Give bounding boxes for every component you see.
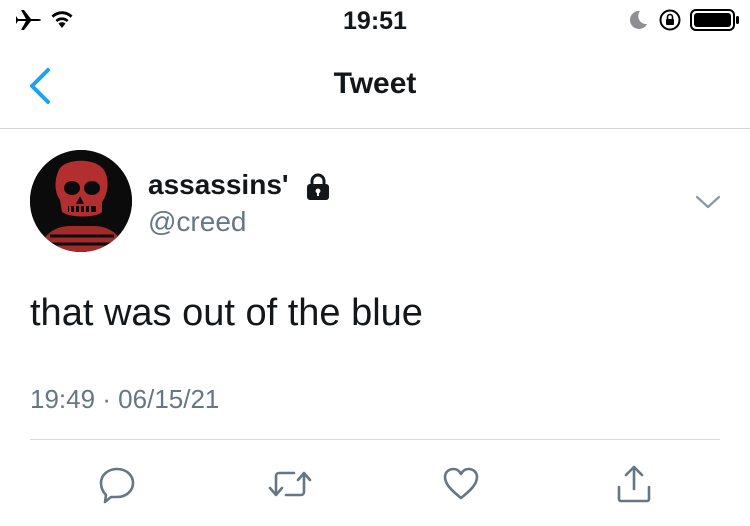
retweet-button[interactable] — [268, 462, 312, 506]
chevron-down-icon — [695, 195, 721, 209]
reply-button[interactable] — [95, 462, 139, 506]
retweet-icon — [268, 471, 312, 497]
divider — [30, 439, 720, 440]
share-button[interactable] — [612, 462, 656, 506]
page-title: Tweet — [333, 67, 417, 100]
like-button[interactable] — [439, 462, 483, 506]
user-handle[interactable]: @creed — [148, 205, 246, 239]
navigation-bar: Tweet — [0, 50, 750, 129]
display-name[interactable]: assassins' — [148, 168, 289, 202]
reply-icon — [99, 467, 135, 504]
battery-icon — [690, 8, 740, 37]
heart-icon — [443, 467, 479, 500]
rotation-lock-icon — [658, 8, 682, 37]
share-icon — [617, 465, 651, 503]
tweet-timestamp: 19:49 · 06/15/21 — [30, 384, 220, 414]
tweet-text: that was out of the blue — [30, 292, 423, 334]
lock-icon — [304, 172, 332, 207]
moon-icon — [627, 9, 649, 36]
tweet-options-button[interactable] — [692, 190, 724, 214]
skull-avatar-image — [30, 150, 132, 252]
avatar[interactable] — [30, 150, 132, 252]
